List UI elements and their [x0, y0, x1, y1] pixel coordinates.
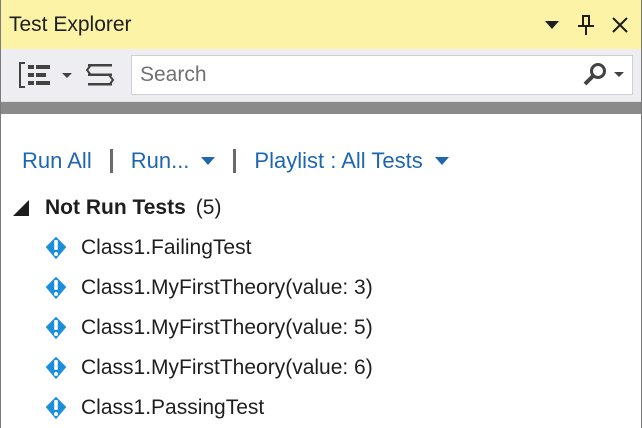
- tree-group-not-run[interactable]: Not Run Tests (5): [1, 188, 641, 228]
- not-run-test-icon: [44, 275, 68, 301]
- search-icon: [583, 63, 624, 86]
- test-name: Class1.PassingTest: [81, 396, 265, 419]
- not-run-test-icon: [44, 315, 68, 341]
- test-name: Class1.MyFirstTheory(value: 6): [81, 356, 373, 379]
- test-item[interactable]: Class1.MyFirstTheory(value: 6): [1, 348, 641, 388]
- not-run-test-icon: [44, 395, 68, 421]
- playlist-dropdown[interactable]: Playlist : All Tests: [254, 148, 449, 174]
- pin-icon[interactable]: [569, 8, 603, 42]
- test-name: Class1.MyFirstTheory(value: 3): [81, 276, 373, 299]
- group-by-button[interactable]: [81, 57, 119, 93]
- title-bar: Test Explorer: [1, 0, 641, 49]
- window-title: Test Explorer: [9, 13, 132, 36]
- search-button[interactable]: [574, 56, 632, 94]
- playlist-caret-icon: [434, 157, 449, 165]
- search-input[interactable]: [132, 62, 574, 88]
- not-run-test-icon: [44, 355, 68, 381]
- group-by-icon: [85, 64, 115, 86]
- run-all-link[interactable]: Run All: [22, 148, 92, 174]
- command-bar: Run All Run... Playlist : All Tests: [1, 114, 641, 188]
- close-icon[interactable]: [603, 8, 637, 42]
- toolbar: [1, 49, 641, 102]
- run-label: Run...: [130, 148, 190, 173]
- run-caret-icon: [201, 157, 216, 165]
- run-all-label: Run All: [22, 148, 92, 173]
- run-dropdown[interactable]: Run...: [131, 148, 216, 174]
- not-run-test-icon: [44, 235, 68, 261]
- expanded-triangle-icon[interactable]: [13, 200, 29, 216]
- window-position-dropdown-icon[interactable]: [535, 8, 569, 42]
- test-explorer-window: Test Explorer Search Run All Run... Play…: [0, 0, 642, 428]
- group-label: Not Run Tests: [45, 196, 186, 219]
- search-box: [131, 55, 633, 95]
- test-list: Class1.FailingTest Class1.MyFirstTheory(v…: [1, 228, 641, 428]
- test-name: Class1.FailingTest: [81, 236, 252, 259]
- command-separator: [233, 149, 237, 173]
- test-item[interactable]: Class1.MyFirstTheory(value: 3): [1, 268, 641, 308]
- command-separator: [109, 149, 113, 173]
- test-name: Class1.MyFirstTheory(value: 5): [81, 316, 373, 339]
- title-bar-buttons: [535, 8, 637, 42]
- test-item[interactable]: Class1.PassingTest: [1, 388, 641, 428]
- group-by-hierarchy-button[interactable]: [17, 57, 77, 93]
- playlist-label: Playlist : All Tests: [254, 148, 423, 173]
- test-tree: Not Run Tests (5) Class1.FailingTest Clas…: [1, 188, 641, 428]
- test-item[interactable]: Class1.FailingTest: [1, 228, 641, 268]
- group-by-hierarchy-icon: [19, 62, 72, 88]
- pane-splitter[interactable]: [1, 102, 641, 114]
- group-count: (5): [195, 196, 222, 219]
- test-item[interactable]: Class1.MyFirstTheory(value: 5): [1, 308, 641, 348]
